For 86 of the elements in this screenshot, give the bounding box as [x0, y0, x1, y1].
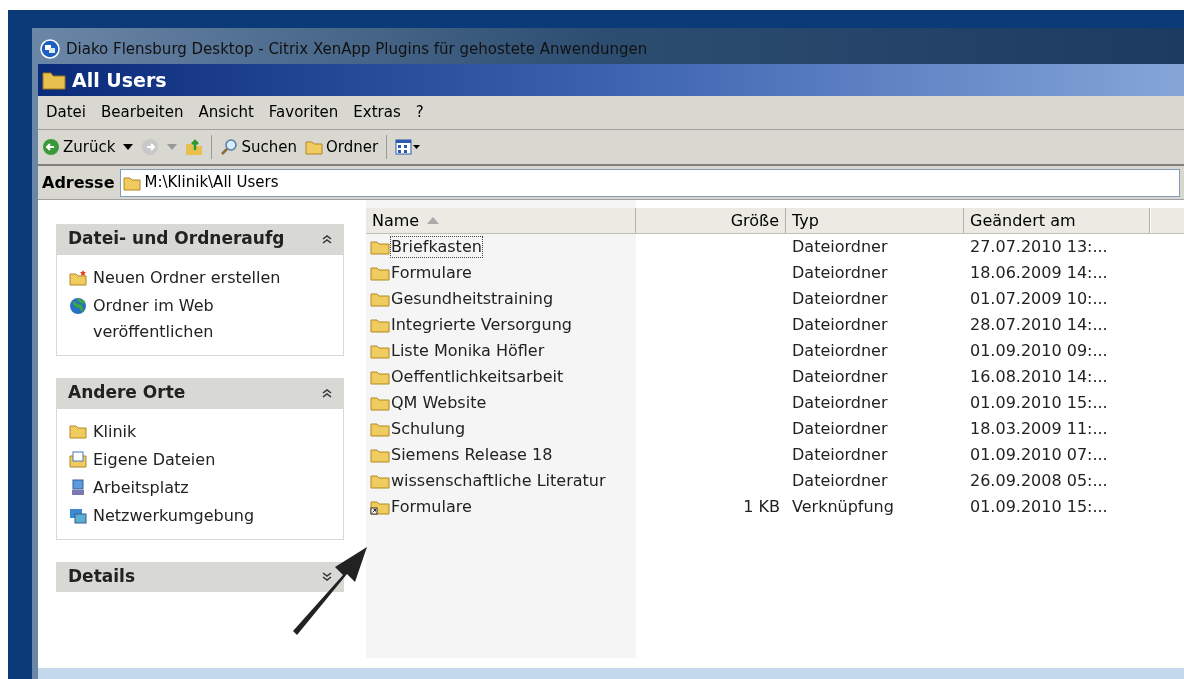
sidebar-link[interactable]: Ordner im Web veröffentlichen	[69, 293, 331, 345]
file-name[interactable]: Formulare	[390, 496, 473, 518]
file-name[interactable]: Briefkasten	[390, 236, 483, 258]
table-cell: 16.08.2010 14:...	[970, 367, 1108, 386]
folder-icon	[370, 473, 390, 489]
file-name[interactable]: Liste Monika Höfler	[390, 340, 546, 362]
folder-icon	[304, 139, 323, 155]
table-cell: Dateiordner	[792, 315, 888, 334]
table-cell: 18.03.2009 11:...	[970, 419, 1108, 438]
panel-header[interactable]: Andere Orte	[56, 378, 344, 408]
table-cell: Verknüpfung	[792, 497, 894, 516]
table-cell: Dateiordner	[792, 367, 888, 386]
table-cell: 26.09.2008 05:...	[970, 471, 1108, 490]
table-cell: Dateiordner	[792, 263, 888, 282]
folders-button[interactable]: Ordner	[304, 135, 379, 159]
back-button[interactable]: Zurück	[42, 135, 116, 159]
citrix-icon	[40, 39, 60, 59]
column-header[interactable]: Geändert am	[964, 208, 1150, 233]
table-cell: 01.09.2010 07:...	[970, 445, 1108, 464]
menu-item[interactable]: Datei	[46, 101, 87, 124]
table-cell: 01.09.2010 09:...	[970, 341, 1108, 360]
folder-up-icon[interactable]	[185, 138, 204, 156]
file-name[interactable]: Gesundheitstraining	[390, 288, 555, 310]
file-name[interactable]: wissenschaftliche Literatur	[390, 470, 607, 492]
folder-icon	[370, 343, 390, 359]
column-header[interactable]: Größe	[636, 208, 786, 233]
folder-icon	[370, 239, 390, 255]
window-title: All Users	[72, 67, 167, 93]
sidebar-link[interactable]: Eigene Dateien	[69, 447, 331, 473]
sidebar-link[interactable]: Klinik	[69, 419, 331, 445]
computer-icon	[69, 479, 87, 497]
table-cell: Dateiordner	[792, 289, 888, 308]
network-icon	[69, 507, 87, 525]
address-field[interactable]: M:\Klinik\All Users	[120, 168, 1180, 197]
folder-icon	[370, 395, 390, 411]
globe-icon	[69, 297, 87, 315]
search-button[interactable]: Suchen	[220, 135, 297, 159]
table-cell-text: 1 KB	[743, 496, 780, 518]
column-header[interactable]: Typ	[786, 208, 964, 233]
sidebar-link[interactable]: Neuen Ordner erstellen	[69, 265, 331, 291]
menu-item[interactable]: Extras	[353, 101, 401, 124]
views-button[interactable]	[395, 139, 422, 155]
search-icon	[220, 138, 239, 156]
folder-icon	[69, 423, 87, 441]
table-cell: Dateiordner	[792, 237, 888, 256]
table-cell: 18.06.2009 14:...	[970, 263, 1108, 282]
file-name[interactable]: QM Website	[390, 392, 488, 414]
file-name[interactable]: Formulare	[390, 262, 473, 284]
folder-icon	[370, 421, 390, 437]
panel-header[interactable]: Details	[56, 562, 344, 592]
folder-icon	[123, 174, 142, 191]
address-label: Adresse	[42, 171, 116, 194]
docs-icon	[69, 451, 87, 469]
menu-item[interactable]: ?	[415, 101, 424, 124]
file-name[interactable]: Integrierte Versorgung	[390, 314, 573, 336]
menu-item[interactable]: Ansicht	[198, 101, 254, 124]
folder-icon	[370, 291, 390, 307]
sidebar-link[interactable]: Arbeitsplatz	[69, 475, 331, 501]
table-cell: Dateiordner	[792, 341, 888, 360]
file-name[interactable]: Oeffentlichkeitsarbeit	[390, 366, 565, 388]
table-cell: 01.07.2009 10:...	[970, 289, 1108, 308]
folder-icon	[42, 70, 66, 90]
table-cell: 28.07.2010 14:...	[970, 315, 1108, 334]
table-cell: 01.09.2010 15:...	[970, 497, 1108, 516]
dropdown-arrow-icon[interactable]	[123, 144, 134, 150]
folder-icon	[370, 447, 390, 463]
table-cell: Dateiordner	[792, 445, 888, 464]
panel-header[interactable]: Datei- und Ordneraufg	[56, 224, 344, 254]
sidebar-link[interactable]: Netzwerkumgebung	[69, 503, 331, 529]
newfolder-icon	[69, 269, 87, 287]
folder-icon	[370, 265, 390, 281]
table-cell: Dateiordner	[792, 393, 888, 412]
folder-icon	[370, 317, 390, 333]
table-cell: 01.09.2010 15:...	[970, 393, 1108, 412]
table-cell: 27.07.2010 13:...	[970, 237, 1108, 256]
menu-item[interactable]: Favoriten	[268, 101, 339, 124]
file-name[interactable]: Siemens Release 18	[390, 444, 554, 466]
folder-icon	[370, 369, 390, 385]
column-header[interactable]: Name	[366, 208, 636, 233]
window-title: Diako Flensburg Desktop - Citrix XenApp Plugins für gehostete Anwendungen	[66, 38, 648, 60]
table-cell: Dateiordner	[792, 471, 888, 490]
table-cell: Dateiordner	[792, 419, 888, 438]
folder-shortcut-icon	[370, 499, 390, 515]
menu-item[interactable]: Bearbeiten	[101, 101, 184, 124]
file-name[interactable]: Schulung	[390, 418, 467, 440]
views-icon	[395, 139, 422, 155]
